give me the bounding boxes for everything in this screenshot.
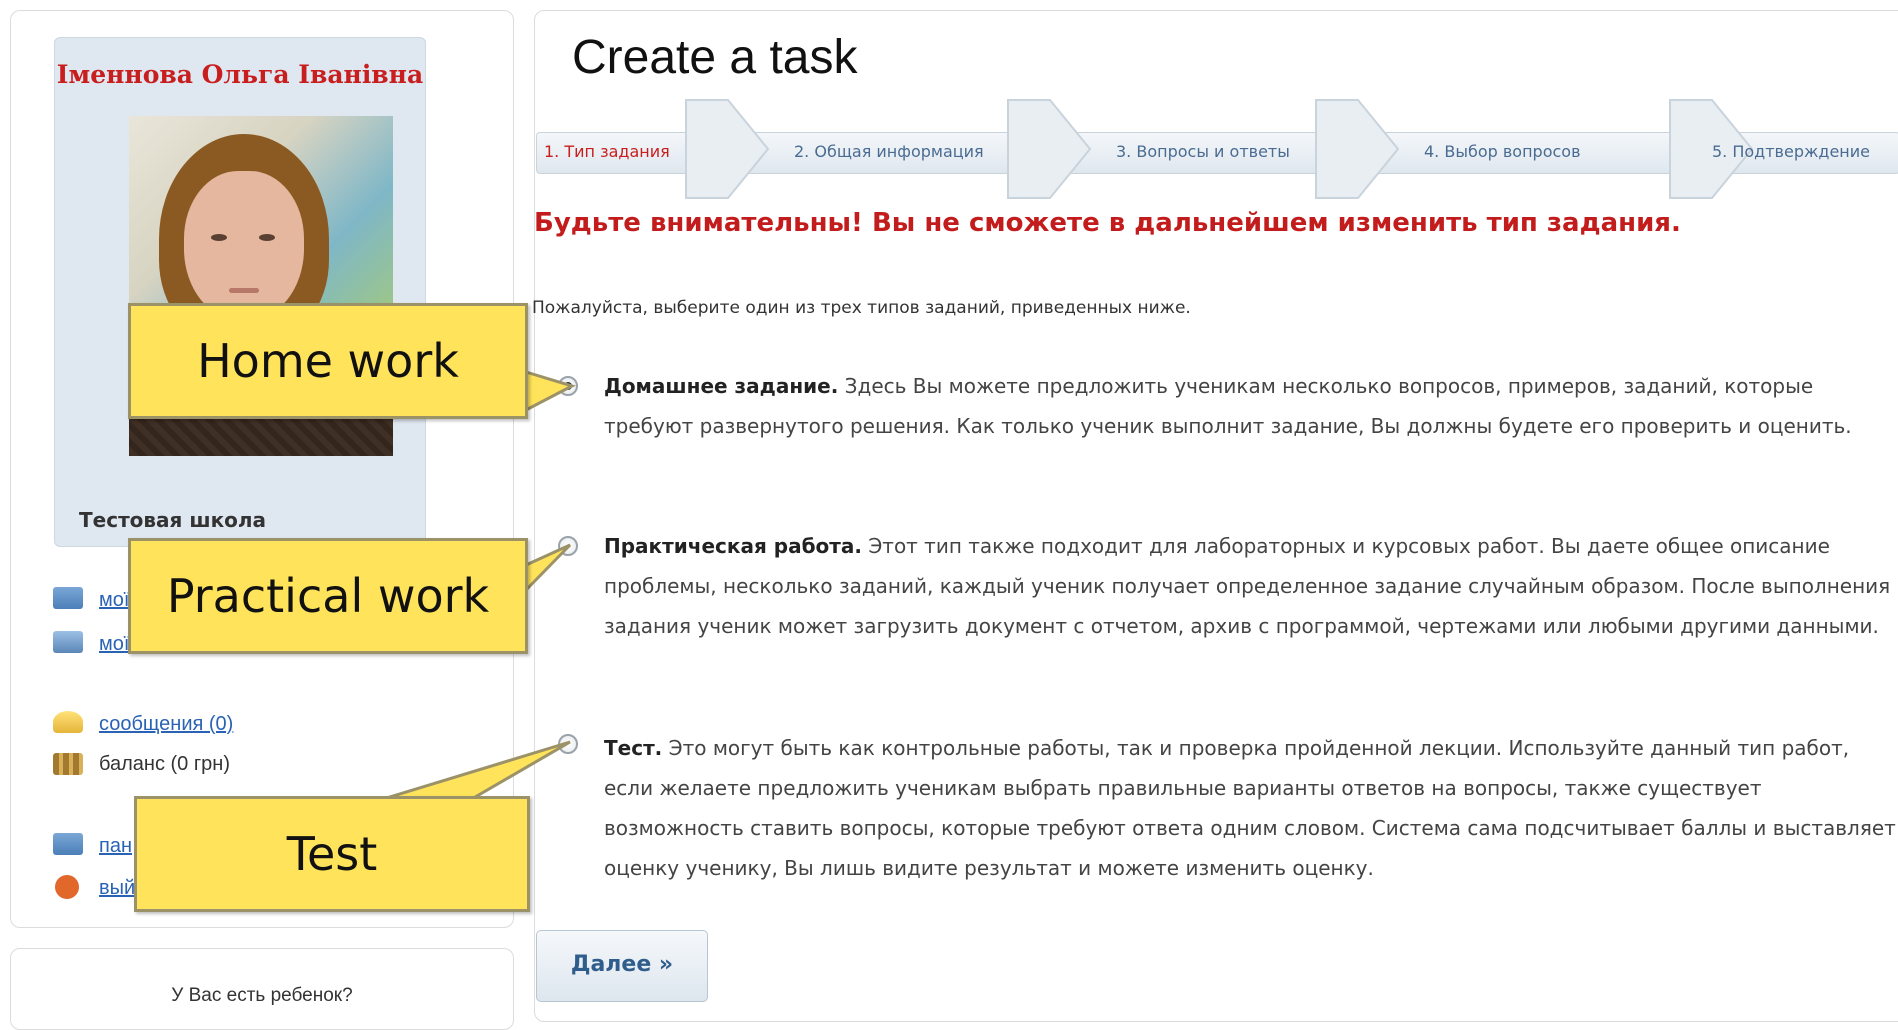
callout-homework-text: Home work bbox=[197, 334, 459, 388]
menu-link-logout[interactable]: вый bbox=[99, 877, 135, 900]
balance-label: баланс (0 грн) bbox=[99, 753, 230, 775]
option-practical-title: Практическая работа. bbox=[604, 534, 862, 558]
callout-practical-text: Practical work bbox=[166, 569, 490, 623]
wizard-steps: 1. Тип задания 2. Общая информация 3. Во… bbox=[536, 98, 1898, 200]
wizard-step-2[interactable]: 2. Общая информация bbox=[794, 142, 984, 161]
school-name: Тестовая школа bbox=[79, 508, 267, 532]
chevron-right-icon bbox=[1315, 99, 1400, 199]
menu-link-messages[interactable]: сообщения (0) bbox=[99, 713, 233, 736]
option-homework: Домашнее задание. Здесь Вы можете предло… bbox=[604, 366, 1898, 446]
child-question: У Вас есть ребенок? bbox=[171, 985, 353, 1006]
envelope-icon bbox=[53, 711, 83, 733]
next-button[interactable]: Далее » bbox=[536, 930, 708, 1002]
radio-test[interactable] bbox=[558, 734, 578, 754]
warning-message: Будьте внимательны! Вы не сможете в даль… bbox=[534, 208, 1681, 238]
menu-link-panel[interactable]: пан bbox=[99, 835, 132, 858]
profile-icon bbox=[53, 587, 83, 609]
chevron-right-icon bbox=[1007, 99, 1092, 199]
option-test-text: Это могут быть как контрольные работы, т… bbox=[604, 736, 1896, 880]
menu-link-item1[interactable]: мої bbox=[99, 589, 129, 612]
option-test: Тест. Это могут быть как контрольные раб… bbox=[604, 728, 1898, 888]
left-sidebar: Іменнова Ольга Іванівна Тестовая школа м… bbox=[10, 10, 514, 928]
option-test-title: Тест. bbox=[604, 736, 663, 760]
child-question-box: У Вас есть ребенок? bbox=[10, 948, 514, 1030]
wizard-step-1[interactable]: 1. Тип задания bbox=[544, 142, 670, 161]
logout-icon bbox=[55, 875, 79, 899]
callout-practical: Practical work bbox=[128, 538, 528, 654]
radio-practical[interactable] bbox=[558, 536, 578, 556]
wizard-step-3[interactable]: 3. Вопросы и ответы bbox=[1116, 142, 1290, 161]
wizard-step-4[interactable]: 4. Выбор вопросов bbox=[1424, 142, 1581, 161]
profile-name: Іменнова Ольга Іванівна bbox=[56, 60, 424, 89]
callout-test-text: Test bbox=[286, 827, 378, 881]
wallet-icon bbox=[53, 753, 83, 775]
option-homework-title: Домашнее задание. bbox=[604, 374, 839, 398]
page-title: Create a task bbox=[572, 31, 858, 84]
option-practical: Практическая работа. Этот тип также подх… bbox=[604, 526, 1898, 646]
radio-homework[interactable] bbox=[558, 376, 578, 396]
callout-test: Test bbox=[134, 796, 530, 912]
menu-link-item2[interactable]: мої bbox=[99, 633, 129, 656]
callout-homework: Home work bbox=[128, 303, 528, 419]
wizard-step-5[interactable]: 5. Подтверждение bbox=[1712, 142, 1870, 161]
chevron-right-icon bbox=[685, 99, 770, 199]
profile-card: Іменнова Ольга Іванівна Тестовая школа bbox=[54, 37, 426, 547]
user-icon bbox=[53, 631, 83, 653]
instruction-text: Пожалуйста, выберите один из трех типов … bbox=[532, 298, 1191, 318]
panel-icon bbox=[53, 833, 83, 855]
